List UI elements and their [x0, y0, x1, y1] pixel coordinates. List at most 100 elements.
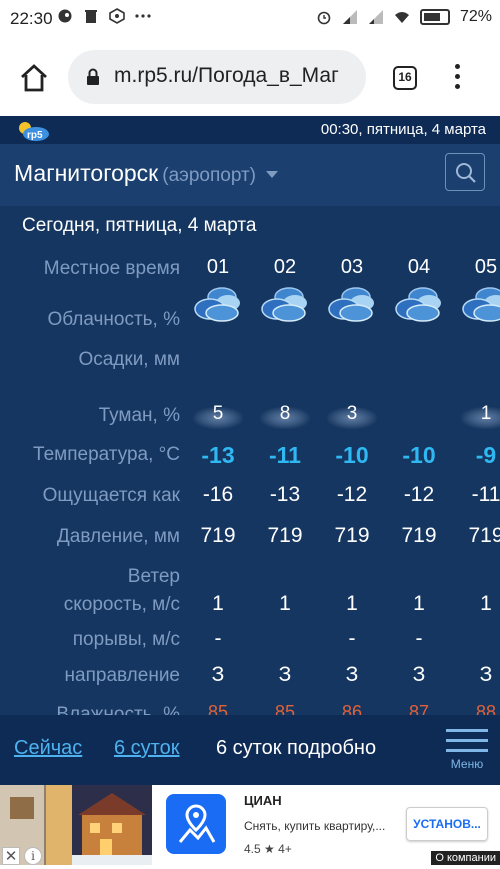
cloud-icon: [393, 283, 445, 323]
search-button[interactable]: [445, 153, 485, 191]
wind-direction-cell: З: [278, 663, 292, 686]
gusts-cell: -: [214, 627, 222, 650]
city-name: Магнитогорск: [14, 160, 159, 186]
feels-like-cell: -12: [403, 483, 435, 506]
row-label-wind-speed: скорость, м/с: [63, 594, 180, 615]
trash-icon: [85, 10, 97, 23]
status-bar: 22:30 72%: [0, 0, 500, 38]
wind-speed-cell: 1: [346, 592, 358, 615]
dropdown-arrow-icon: [266, 171, 279, 179]
row-label-direction: направление: [64, 665, 180, 686]
hour-cell: 03: [340, 256, 364, 278]
fog-cell: 1: [480, 403, 492, 424]
fog-cell: 5: [212, 403, 224, 424]
feels-like-cell: -11: [471, 483, 500, 506]
city-header: Магнитогорск (аэропорт): [0, 144, 500, 206]
wind-direction-cell: З: [479, 663, 493, 686]
hour-cell: 01: [206, 256, 230, 278]
temperature-cell: -10: [402, 442, 436, 468]
row-label-feels-like: Ощущается как: [42, 485, 180, 506]
ad-house-photo: [0, 785, 152, 865]
hour-cell: 02: [273, 256, 297, 278]
wind-speed-cell: 1: [480, 592, 492, 615]
menu-label: Меню: [450, 757, 484, 771]
pressure-cell: 719: [334, 524, 370, 547]
signal-icon-1: [342, 10, 357, 24]
cian-app-icon: [166, 794, 226, 854]
menu-button[interactable]: Меню: [446, 729, 488, 773]
nav-six-days-link[interactable]: 6 суток: [114, 737, 180, 760]
battery-icon: [419, 9, 450, 25]
temperature-cell: -10: [335, 442, 369, 468]
ad-app-name: ЦИАН: [244, 793, 282, 808]
pressure-cell: 719: [468, 524, 500, 547]
chat-icon: [58, 9, 72, 23]
feels-like-cell: -16: [202, 483, 234, 506]
current-datetime: 00:30, пятница, 4 марта: [320, 121, 486, 138]
wind-speed-cell: 1: [413, 592, 425, 615]
temperature-cell: -9: [475, 442, 497, 468]
overflow-menu-icon[interactable]: [452, 64, 462, 92]
city-station: (аэропорт): [162, 165, 257, 186]
url-text: m.rp5.ru/Погода_в_Маг: [114, 64, 339, 87]
wind-direction-cell: З: [412, 663, 426, 686]
wind-direction-cell: З: [211, 663, 225, 686]
temperature-cell: -11: [269, 442, 301, 468]
system-icons: 72%: [316, 8, 492, 26]
pressure-cell: 719: [267, 524, 303, 547]
rp5-logo[interactable]: rp5: [16, 120, 50, 142]
pressure-cell: 719: [200, 524, 236, 547]
cloud-icon: [192, 283, 244, 323]
svg-text:rp5: rp5: [27, 130, 43, 141]
city-selector[interactable]: Магнитогорск (аэропорт): [14, 160, 279, 187]
ad-description: Снять, купить квартиру,...: [244, 819, 386, 833]
row-label-temperature: Температура, °C: [33, 444, 180, 465]
ad-rating: 4.5 ★ 4+: [244, 842, 292, 856]
ad-info-icon[interactable]: i: [24, 847, 42, 865]
vpn-icon: [109, 8, 125, 24]
nav-now-link[interactable]: Сейчас: [14, 737, 82, 760]
row-label-gusts: порывы, м/с: [72, 629, 180, 650]
wind-speed-cell: 1: [212, 592, 224, 615]
row-label-local-time: Местное время: [43, 258, 180, 279]
notification-icons: [57, 8, 151, 24]
site-content: rp5 00:30, пятница, 4 марта Магнитогорск…: [0, 116, 500, 785]
cloud-icon: [259, 283, 311, 323]
browser-toolbar: m.rp5.ru/Погода_в_Маг 16: [0, 38, 500, 116]
ad-close-icon[interactable]: ✕: [2, 847, 20, 865]
feels-like-cell: -13: [269, 483, 301, 506]
cloud-icon: [326, 283, 378, 323]
battery-fill: [423, 13, 440, 21]
cloud-icon: [460, 283, 500, 323]
wind-speed-cell: 1: [279, 592, 291, 615]
more-notifications-icon: [135, 14, 151, 18]
battery-percent: 72%: [459, 8, 492, 25]
hour-cell: 04: [407, 256, 431, 278]
fog-cell: 3: [346, 403, 358, 424]
ad-about-company[interactable]: О компании: [431, 851, 500, 865]
screen: 22:30 72% m.rp5.ru/Погода_в_Маг 16 rp5 0…: [0, 0, 500, 869]
temperature-cell: -13: [201, 442, 235, 468]
tab-switcher-button[interactable]: 16: [393, 66, 417, 90]
lock-icon: [87, 68, 99, 85]
row-label-wind: Ветер: [127, 566, 180, 587]
wifi-icon: [394, 12, 409, 23]
alarm-icon: [317, 11, 331, 25]
gusts-cell: -: [415, 627, 423, 650]
status-time: 22:30: [10, 9, 53, 28]
gusts-cell: -: [348, 627, 356, 650]
day-title: Сегодня, пятница, 4 марта: [22, 215, 257, 236]
row-label-pressure: Давление, мм: [56, 526, 180, 547]
ad-install-button[interactable]: УСТАНОВ...: [406, 807, 488, 841]
home-icon[interactable]: [18, 62, 50, 94]
search-icon: [456, 163, 476, 183]
ad-banner[interactable]: ✕ i ЦИАН Снять, купить квартиру,... 4.5 …: [0, 785, 500, 869]
row-label-fog: Туман, %: [98, 405, 180, 426]
feels-like-cell: -12: [336, 483, 368, 506]
fog-cell: 8: [279, 403, 291, 424]
address-bar[interactable]: m.rp5.ru/Погода_в_Маг: [68, 50, 366, 104]
row-label-cloudiness: Облачность, %: [47, 309, 180, 330]
hour-cell: 05: [474, 256, 498, 278]
site-topline: rp5 00:30, пятница, 4 марта: [0, 116, 500, 144]
site-bottom-nav: Сейчас 6 суток 6 суток подробно Меню: [0, 715, 500, 785]
